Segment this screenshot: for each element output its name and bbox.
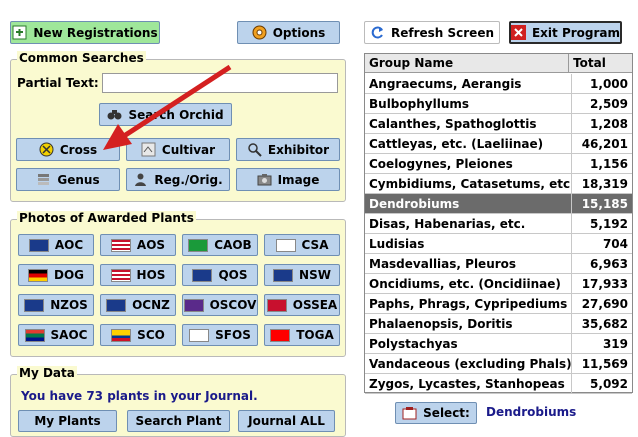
ossea-button[interactable]: OSSEA xyxy=(264,294,340,316)
aos-button[interactable]: AOS xyxy=(100,234,176,256)
table-row[interactable]: Masdevallias, Pleuros 6,963 xyxy=(365,254,632,274)
my-plants-button[interactable]: My Plants xyxy=(18,410,117,432)
caob-button[interactable]: CAOB xyxy=(182,234,258,256)
group-name-cell: Paphs, Phrags, Cypripediums xyxy=(365,294,573,313)
table-row[interactable]: Cattleyas, etc. (Laeliinae) 46,201 xyxy=(365,134,632,154)
group-name-cell: Angraecums, Aerangis xyxy=(365,74,573,93)
table-row[interactable]: Phalaenopsis, Doritis 35,682 xyxy=(365,314,632,334)
table-row[interactable]: Disas, Habenarias, etc. 5,192 xyxy=(365,214,632,234)
new-zealand-flag-icon xyxy=(106,298,127,312)
group-name-cell: Cymbidiums, Catasetums, etc. xyxy=(365,174,573,193)
group-name-cell: Phalaenopsis, Doritis xyxy=(365,314,573,333)
group-name-cell: Coelogynes, Pleiones xyxy=(365,154,573,173)
column-header-total[interactable]: Total xyxy=(569,54,632,72)
new-zealand-flag-icon xyxy=(24,298,45,312)
select-icon xyxy=(402,406,417,421)
table-row[interactable]: Ludisias 704 xyxy=(365,234,632,254)
group-name-cell: Zygos, Lycastes, Stanhopeas xyxy=(365,374,573,393)
oscov-button[interactable]: OSCOV xyxy=(182,294,258,316)
nsw-button[interactable]: NSW xyxy=(264,264,340,286)
group-name-cell: Masdevallias, Pleuros xyxy=(365,254,573,273)
table-row[interactable]: Calanthes, Spathoglottis 1,208 xyxy=(365,114,632,134)
table-row[interactable]: Bulbophyllums 2,509 xyxy=(365,94,632,114)
brazil-flag-icon xyxy=(188,238,209,252)
journal-all-button[interactable]: Journal ALL xyxy=(238,410,335,432)
group-name-cell: Polystachyas xyxy=(365,334,573,353)
column-header-group-name[interactable]: Group Name xyxy=(365,54,570,72)
nsw-flag-icon xyxy=(273,268,294,282)
dog-button[interactable]: DOG xyxy=(18,264,94,286)
table-row[interactable]: Dendrobiums 15,185 xyxy=(365,194,632,214)
table-row[interactable]: Coelogynes, Pleiones 1,156 xyxy=(365,154,632,174)
total-cell: 18,319 xyxy=(581,177,628,191)
usa-flag-icon xyxy=(110,238,131,252)
table-row[interactable]: Vandaceous (excluding Phals) 11,569 xyxy=(365,354,632,374)
sco-button[interactable]: SCO xyxy=(100,324,176,346)
group-name-cell: Bulbophyllums xyxy=(365,94,573,113)
aoc-button[interactable]: AOC xyxy=(18,234,94,256)
ocnz-button[interactable]: OCNZ xyxy=(100,294,176,316)
table-row[interactable]: Cymbidiums, Catasetums, etc. 18,319 xyxy=(365,174,632,194)
group-name-cell: Dendrobiums xyxy=(365,194,573,213)
total-cell: 1,000 xyxy=(590,77,628,91)
group-name-cell: Calanthes, Spathoglottis xyxy=(365,114,573,133)
nzos-button[interactable]: NZOS xyxy=(18,294,94,316)
journal-count-text: You have 73 plants in your Journal. xyxy=(21,389,258,403)
table-row[interactable]: Polystachyas 319 xyxy=(365,334,632,354)
total-cell: 27,690 xyxy=(581,297,628,311)
table-row[interactable]: Paphs, Phrags, Cypripediums 27,690 xyxy=(365,294,632,314)
csa-button[interactable]: CSA xyxy=(264,234,340,256)
total-cell: 46,201 xyxy=(581,137,628,151)
table-row[interactable]: Zygos, Lycastes, Stanhopeas 5,092 xyxy=(365,374,632,394)
queensland-flag-icon xyxy=(192,268,213,282)
taiwan-flag-icon xyxy=(270,328,291,342)
oscov-logo-icon xyxy=(183,298,204,312)
csa-logo-icon xyxy=(275,238,296,252)
saoc-button[interactable]: SAOC xyxy=(18,324,94,346)
my-data-title: My Data xyxy=(17,366,77,380)
total-cell: 35,682 xyxy=(581,317,628,331)
group-name-cell: Ludisias xyxy=(365,234,573,253)
total-cell: 6,963 xyxy=(590,257,628,271)
australia-flag-icon xyxy=(28,238,49,252)
total-cell: 2,509 xyxy=(590,97,628,111)
total-cell: 17,933 xyxy=(581,277,628,291)
table-row[interactable]: Oncidiums, etc. (Oncidiinae) 17,933 xyxy=(365,274,632,294)
group-name-cell: Cattleyas, etc. (Laeliinae) xyxy=(365,134,573,153)
total-cell: 11,569 xyxy=(581,357,628,371)
table-row[interactable]: Angraecums, Aerangis 1,000 xyxy=(365,74,632,94)
sfos-button[interactable]: SFOS xyxy=(182,324,258,346)
florida-flag-icon xyxy=(189,328,210,342)
qos-button[interactable]: QOS xyxy=(182,264,258,286)
total-cell: 1,208 xyxy=(590,117,628,131)
total-cell: 319 xyxy=(602,337,628,351)
hos-button[interactable]: HOS xyxy=(100,264,176,286)
total-cell: 704 xyxy=(602,237,628,251)
total-cell: 1,156 xyxy=(590,157,628,171)
south-africa-flag-icon xyxy=(24,328,45,342)
select-button[interactable]: Select: xyxy=(395,402,477,424)
group-name-cell: Oncidiums, etc. (Oncidiinae) xyxy=(365,274,573,293)
ossea-logo-icon xyxy=(266,298,287,312)
total-cell: 5,192 xyxy=(590,217,628,231)
colombia-flag-icon xyxy=(111,328,132,342)
germany-flag-icon xyxy=(27,268,48,282)
table-header: Group Name Total xyxy=(365,54,632,73)
group-name-cell: Vandaceous (excluding Phals) xyxy=(365,354,573,373)
total-cell: 15,185 xyxy=(581,197,628,211)
total-cell: 5,092 xyxy=(590,377,628,391)
search-plant-button[interactable]: Search Plant xyxy=(127,410,230,432)
awarded-plants-title: Photos of Awarded Plants xyxy=(17,211,196,225)
group-name-cell: Disas, Habenarias, etc. xyxy=(365,214,573,233)
toga-button[interactable]: TOGA xyxy=(264,324,340,346)
selected-group-value: Dendrobiums xyxy=(486,405,577,419)
hawaii-flag-icon xyxy=(110,268,131,282)
